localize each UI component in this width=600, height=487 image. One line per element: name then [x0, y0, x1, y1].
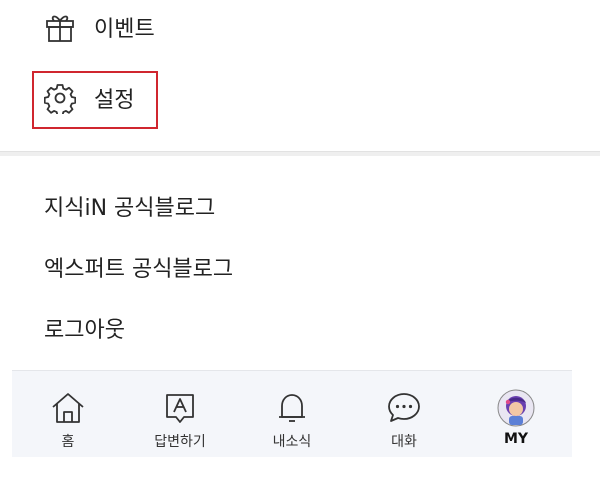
link-expert-blog[interactable]: 엑스퍼트 공식블로그 — [44, 251, 233, 283]
tab-my-label: MY — [503, 431, 529, 447]
tab-notifications[interactable]: 내소식 — [236, 371, 348, 457]
home-icon — [49, 389, 87, 427]
gear-icon — [44, 82, 76, 114]
avatar — [497, 389, 535, 427]
chat-icon — [385, 389, 423, 427]
tab-chat-label: 대화 — [391, 434, 417, 450]
answer-icon — [161, 389, 199, 427]
menu-item-event[interactable]: 이벤트 — [44, 11, 155, 43]
tab-home-label: 홈 — [61, 434, 75, 450]
tab-notifications-label: 내소식 — [272, 434, 312, 450]
tab-chat[interactable]: 대화 — [348, 371, 460, 457]
tab-home[interactable]: 홈 — [12, 371, 124, 457]
menu-item-settings-label: 설정 — [94, 88, 135, 113]
bell-icon — [273, 389, 311, 427]
gift-icon — [44, 11, 76, 43]
tab-answer-label: 답변하기 — [154, 434, 206, 450]
menu-item-event-label: 이벤트 — [94, 17, 155, 42]
link-jisik-blog[interactable]: 지식iN 공식블로그 — [44, 190, 215, 222]
section-divider — [0, 151, 600, 156]
bottom-tab-bar: 홈 답변하기 내소식 대화 MY — [12, 370, 572, 457]
menu-item-settings[interactable]: 설정 — [44, 82, 134, 114]
tab-answer[interactable]: 답변하기 — [124, 371, 236, 457]
logout-link[interactable]: 로그아웃 — [44, 312, 125, 344]
tab-my[interactable]: MY — [460, 371, 572, 457]
